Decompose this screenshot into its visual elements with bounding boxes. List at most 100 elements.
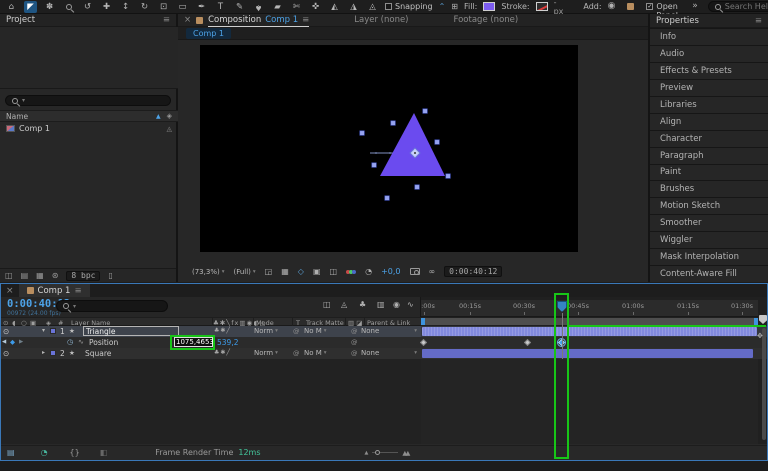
timeline-zoom-control[interactable]: ▲ ▲▲ [365, 449, 409, 457]
type-tool-icon[interactable]: T [214, 1, 227, 13]
eraser-tool-icon[interactable]: ▰ [271, 1, 284, 13]
vertical-scrollbar[interactable] [762, 328, 766, 440]
panel-tab-libraries[interactable]: Libraries [650, 96, 768, 113]
name-column-header[interactable]: Name [6, 112, 28, 121]
view-axis-mode-icon[interactable]: ◬ [366, 1, 379, 13]
matte-pickwhip-icon[interactable]: @ [293, 349, 300, 357]
properties-menu-icon[interactable]: ≡ [755, 16, 762, 26]
viewer-menu-icon[interactable]: ≡ [302, 15, 309, 25]
hide-shy-layers-icon[interactable]: ♣ [359, 301, 366, 309]
layer-color-swatch[interactable] [50, 328, 56, 334]
panel-tab-motion-sketch[interactable]: Motion Sketch [650, 197, 768, 214]
position-y-value[interactable]: 539,2 [217, 338, 238, 347]
blend-mode-dropdown[interactable]: Norm▾ [254, 327, 278, 335]
auto-open-checkbox[interactable]: ✓ [646, 3, 653, 10]
project-panel-menu-icon[interactable]: ≡ [163, 15, 170, 25]
layer-bar-square[interactable] [422, 349, 753, 358]
parent-pickwhip-icon[interactable]: @ [351, 327, 358, 335]
home-icon[interactable]: ⌂ [5, 1, 18, 13]
rectangle-tool-icon[interactable]: ▭ [176, 1, 189, 13]
expand-transfer-controls-icon[interactable]: ◔ [41, 448, 48, 457]
panel-tab-info[interactable]: Info [650, 28, 768, 45]
frame-blending-icon[interactable]: ▥ [377, 301, 385, 309]
fill-swatch[interactable] [483, 2, 495, 11]
add-shape-icon[interactable]: ◉ [608, 2, 616, 11]
close-icon[interactable]: × [184, 15, 191, 25]
work-area-bar[interactable] [421, 318, 758, 325]
project-item-label[interactable]: Comp 1 [19, 124, 50, 133]
zoom-out-mountain-icon[interactable]: ▲ [365, 450, 369, 456]
dolly-camera-tool-icon[interactable]: ↕ [119, 1, 132, 13]
mask-visibility-icon[interactable]: ◇ [298, 268, 304, 276]
clone-stamp-tool-icon[interactable]: ♠ [252, 1, 265, 13]
parent-pickwhip-icon[interactable]: @ [351, 349, 358, 357]
expand-chevron-icon[interactable]: ▾ [42, 327, 45, 334]
expand-render-time-icon[interactable]: ◧ [100, 448, 108, 457]
search-caret-icon[interactable]: ▾ [73, 303, 76, 310]
mini-flowchart-icon[interactable]: ◫ [323, 301, 331, 309]
world-axis-mode-icon[interactable]: ◮ [347, 1, 360, 13]
pan-camera-tool-icon[interactable]: ✚ [100, 1, 113, 13]
position-property-label[interactable]: Position [89, 338, 118, 347]
show-snapshot-icon[interactable]: ∞ [429, 268, 436, 276]
panel-tab-content-aware-fill[interactable]: Content-Aware Fill [650, 265, 768, 282]
project-search-box[interactable]: ▾ [5, 95, 171, 106]
property-pickwhip-icon[interactable]: @ [351, 338, 358, 346]
draft-3d-icon[interactable]: ◬ [341, 301, 347, 309]
region-of-interest-icon[interactable]: ▣ [313, 268, 321, 276]
snapshot-camera-icon[interactable] [410, 268, 420, 275]
keyframe-toggle-icon[interactable]: ◆ [10, 338, 15, 346]
zoom-slider-knob[interactable] [375, 450, 380, 455]
panel-tab-audio[interactable]: Audio [650, 45, 768, 62]
search-options-caret[interactable]: ▾ [22, 97, 25, 104]
panel-tab-effects-presets[interactable]: Effects & Presets [650, 62, 768, 79]
composition-viewer-tab[interactable]: Composition Comp 1 ≡ [208, 14, 309, 27]
pan-behind-icon[interactable]: ✥ [757, 333, 763, 340]
help-search-input[interactable] [725, 2, 768, 11]
panel-tab-mask-interpolation[interactable]: Mask Interpolation [650, 248, 768, 265]
comp-marker-bin-icon[interactable] [759, 315, 767, 324]
expand-layer-switches-icon[interactable]: ▤ [7, 448, 15, 457]
rotation-tool-icon[interactable]: ↻ [138, 1, 151, 13]
work-area-end-handle[interactable] [754, 318, 758, 325]
layer-switches[interactable]: ♣✱╱ [214, 327, 231, 334]
selection-tool-icon[interactable]: ◤ [24, 1, 37, 13]
timeline-comp-tab[interactable]: Comp 1 ≡ [19, 284, 90, 297]
panel-tab-wiggler[interactable]: Wiggler [650, 231, 768, 248]
exposure-value[interactable]: +0,0 [381, 267, 400, 276]
trash-icon[interactable]: ▯ [108, 271, 112, 280]
comp-selector-tab[interactable]: Comp 1 [186, 28, 231, 39]
eye-icon[interactable]: ⊙ [3, 327, 9, 336]
overflow-chevrons[interactable]: » [692, 2, 698, 11]
panel-tab-paint[interactable]: Paint [650, 164, 768, 181]
track-matte-dropdown[interactable]: No M▾ [304, 327, 327, 335]
grid-guides-icon[interactable]: ◲ [265, 268, 273, 276]
camera-tool-icon[interactable]: ⊡ [157, 1, 170, 13]
label-color-column-icon[interactable]: ◈ [167, 112, 172, 120]
puppet-pin-tool-icon[interactable]: ✜ [309, 1, 322, 13]
expand-in-out-icon[interactable]: {} [70, 448, 80, 457]
parent-dropdown[interactable]: None▾ [361, 349, 417, 357]
snapping-checkbox[interactable] [385, 3, 392, 10]
workspace-icon[interactable] [627, 3, 634, 10]
graph-editor-icon[interactable]: ∿ [407, 301, 414, 309]
timeline-tab-menu-icon[interactable]: ≡ [74, 286, 81, 296]
parent-dropdown[interactable]: None▾ [361, 327, 417, 335]
snap-grid-icon[interactable]: ⊞ [451, 3, 458, 11]
snap-options-icon[interactable]: ⌃ [439, 3, 446, 11]
layer-bar-triangle[interactable] [422, 327, 757, 336]
panel-tab-brushes[interactable]: Brushes [650, 180, 768, 197]
panel-tab-align[interactable]: Align [650, 113, 768, 130]
stopwatch-icon[interactable]: ◷ [67, 338, 73, 346]
view-layout-icon[interactable]: ◫ [330, 268, 338, 276]
bit-depth-badge[interactable]: 8 bpc [66, 271, 100, 281]
panel-tab-smoother[interactable]: Smoother [650, 214, 768, 231]
composition-canvas[interactable] [200, 45, 578, 252]
close-icon[interactable]: × [6, 286, 14, 296]
show-channel-icon[interactable] [346, 270, 356, 274]
brush-tool-icon[interactable]: ✎ [233, 1, 246, 13]
layer-color-swatch[interactable] [50, 350, 56, 356]
new-folder-icon[interactable]: ▤ [21, 271, 29, 280]
graph-toggle-icon[interactable]: ∿ [78, 338, 84, 346]
preview-timecode[interactable]: 0:00:40:12 [444, 266, 502, 277]
